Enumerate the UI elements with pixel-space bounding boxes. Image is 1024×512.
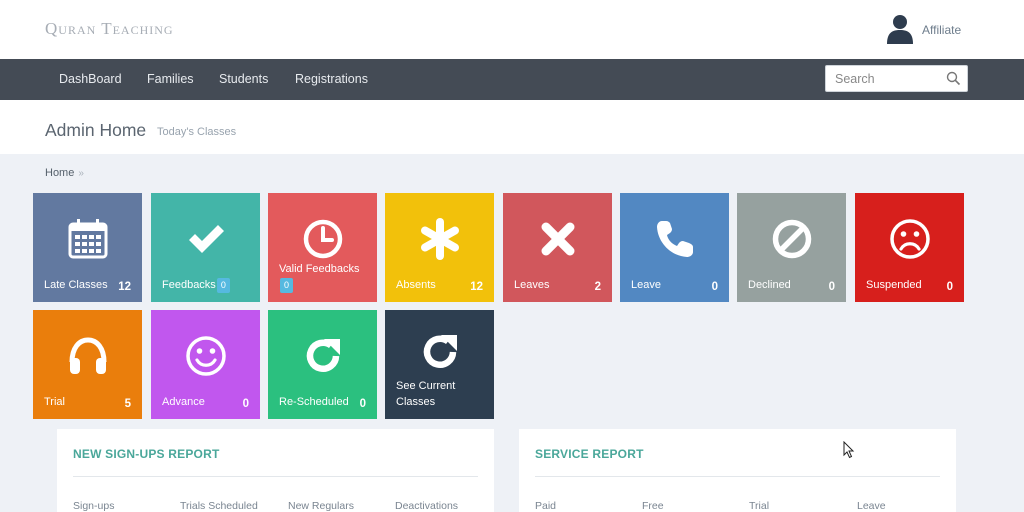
panel-title: SERVICE REPORT bbox=[535, 447, 644, 461]
nav-item-dashboard[interactable]: DashBoard bbox=[59, 72, 122, 86]
user-role-link[interactable]: Affiliate bbox=[922, 23, 961, 37]
search-icon[interactable] bbox=[946, 71, 961, 86]
nav-item-families[interactable]: Families bbox=[147, 72, 194, 86]
nav-item-registrations[interactable]: Registrations bbox=[295, 72, 368, 86]
x-icon bbox=[503, 217, 612, 265]
tile-valid-feedbacks[interactable]: Valid Feedbacks0 bbox=[268, 193, 377, 302]
column-header: Deactivations bbox=[395, 500, 459, 512]
nav-item-students[interactable]: Students bbox=[219, 72, 268, 86]
tile-count: 0 bbox=[946, 281, 953, 293]
tile-label: Advance bbox=[162, 396, 205, 408]
tile-late-classes[interactable]: Late Classes 12 bbox=[33, 193, 142, 302]
tile-declined[interactable]: Declined 0 bbox=[737, 193, 846, 302]
tile-count: 2 bbox=[594, 281, 601, 293]
tile-badge: 0 bbox=[216, 278, 230, 293]
asterisk-icon bbox=[385, 217, 494, 265]
breadcrumb-home[interactable]: Home bbox=[45, 167, 74, 179]
page-subtitle: Today's Classes bbox=[157, 126, 237, 138]
search-box bbox=[825, 65, 968, 92]
tile-label: Leave bbox=[631, 279, 661, 291]
tile-count: 12 bbox=[470, 281, 483, 293]
divider bbox=[535, 476, 940, 477]
clock-icon bbox=[268, 217, 377, 265]
panel-title: NEW SIGN-UPS REPORT bbox=[73, 447, 220, 461]
tile-label: Leaves bbox=[514, 279, 550, 291]
search-input[interactable] bbox=[826, 66, 941, 91]
page-header: Admin Home Today's Classes bbox=[0, 100, 1024, 154]
brand-logo[interactable]: Quran Teaching bbox=[45, 19, 174, 39]
column-header: Sign-ups bbox=[73, 500, 115, 512]
tile-badge: 0 bbox=[280, 278, 294, 293]
service-report-panel: SERVICE REPORT Paid Free Trial Leave bbox=[519, 429, 956, 512]
mouse-cursor-icon bbox=[843, 441, 855, 459]
refresh-icon bbox=[268, 334, 377, 382]
calendar-icon bbox=[33, 217, 142, 265]
phone-icon bbox=[620, 217, 729, 265]
tile-label: See Current Classes bbox=[396, 380, 456, 408]
tile-leaves[interactable]: Leaves 2 bbox=[503, 193, 612, 302]
column-header: Trial bbox=[749, 500, 770, 512]
tile-count: 12 bbox=[118, 281, 131, 293]
smile-icon bbox=[151, 334, 260, 382]
tile-suspended[interactable]: Suspended 0 bbox=[855, 193, 964, 302]
check-icon bbox=[151, 217, 260, 265]
tile-label: Suspended bbox=[866, 279, 922, 291]
tile-label: Valid Feedbacks0 bbox=[279, 261, 369, 293]
tile-count: 0 bbox=[359, 398, 366, 410]
headphones-icon bbox=[33, 334, 142, 382]
tile-leave[interactable]: Leave 0 bbox=[620, 193, 729, 302]
column-header: Trials Scheduled bbox=[180, 500, 258, 512]
new-signups-report-panel: NEW SIGN-UPS REPORT Sign-ups Trials Sche… bbox=[57, 429, 494, 512]
main-navbar: DashBoard Families Students Registration… bbox=[0, 59, 1024, 100]
tile-label: Late Classes bbox=[44, 279, 108, 291]
tile-advance[interactable]: Advance 0 bbox=[151, 310, 260, 419]
divider bbox=[73, 476, 478, 477]
tile-label: Absents bbox=[396, 279, 436, 291]
user-icon[interactable] bbox=[886, 14, 914, 44]
top-header: Quran Teaching Affiliate bbox=[0, 0, 1024, 59]
tile-rescheduled[interactable]: Re-Scheduled 0 bbox=[268, 310, 377, 419]
tile-label: Re-Scheduled bbox=[279, 396, 349, 408]
tile-label: Feedbacks 0 bbox=[162, 277, 234, 293]
tile-see-current-classes[interactable]: See Current Classes bbox=[385, 310, 494, 419]
tile-absents[interactable]: Absents 12 bbox=[385, 193, 494, 302]
tile-count: 0 bbox=[242, 398, 249, 410]
tile-feedbacks[interactable]: Feedbacks 0 bbox=[151, 193, 260, 302]
tile-label: Declined bbox=[748, 279, 791, 291]
tile-label: Trial bbox=[44, 396, 65, 408]
column-header: Paid bbox=[535, 500, 557, 512]
breadcrumb-separator: » bbox=[78, 168, 84, 179]
breadcrumb: Home » bbox=[45, 167, 84, 179]
frown-icon bbox=[855, 217, 964, 265]
tile-trial[interactable]: Trial 5 bbox=[33, 310, 142, 419]
tile-count: 0 bbox=[711, 281, 718, 293]
tile-count: 5 bbox=[124, 398, 131, 410]
tile-count: 0 bbox=[828, 281, 835, 293]
column-header: New Regulars bbox=[288, 500, 354, 512]
column-header: Free bbox=[642, 500, 664, 512]
column-header: Leave bbox=[857, 500, 886, 512]
page-title: Admin Home bbox=[45, 120, 147, 140]
ban-icon bbox=[737, 217, 846, 265]
refresh-icon bbox=[385, 330, 494, 378]
